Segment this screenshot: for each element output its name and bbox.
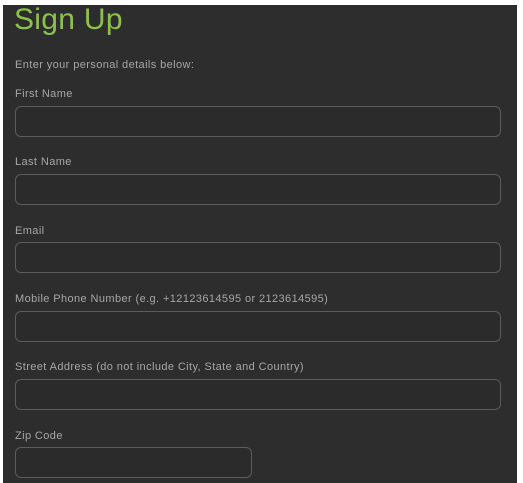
form-subtitle: Enter your personal details below: <box>15 59 195 71</box>
last-name-field[interactable] <box>15 174 501 205</box>
email-field[interactable] <box>15 242 501 273</box>
mobile-phone-field[interactable] <box>15 311 501 342</box>
first-name-label: First Name <box>15 88 73 100</box>
zip-code-label: Zip Code <box>15 430 63 442</box>
mobile-phone-label: Mobile Phone Number (e.g. +12123614595 o… <box>15 293 329 305</box>
zip-code-field[interactable] <box>15 447 252 478</box>
first-name-field[interactable] <box>15 106 501 137</box>
last-name-label: Last Name <box>15 156 72 168</box>
signup-panel: Sign Up Enter your personal details belo… <box>3 5 517 483</box>
email-label: Email <box>15 225 45 237</box>
page-title: Sign Up <box>14 3 123 36</box>
street-address-label: Street Address (do not include City, Sta… <box>15 361 304 373</box>
street-address-field[interactable] <box>15 379 501 410</box>
